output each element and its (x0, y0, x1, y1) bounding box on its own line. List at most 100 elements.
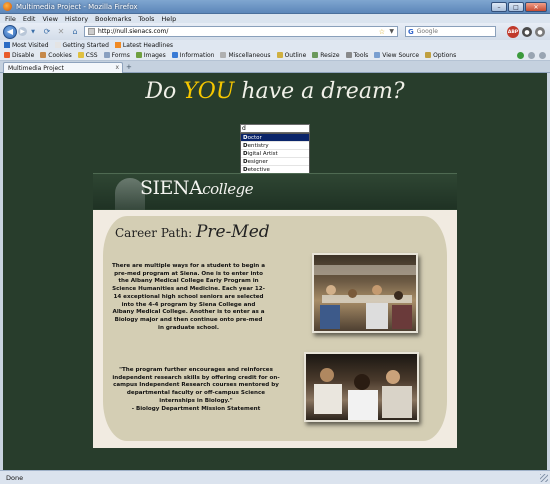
menu-history[interactable]: History (65, 15, 88, 23)
suggestion-rest: octor (247, 135, 262, 141)
bookmark-most-visited[interactable]: Most Visited (4, 42, 49, 49)
resize-grip-icon[interactable] (540, 474, 548, 482)
headline-post: have a dream? (241, 79, 405, 104)
photo-detail (386, 370, 400, 384)
autocomplete-list: Doctor Dentistry Digital Artist Designer… (240, 133, 310, 175)
bookmark-label: Latest Headlines (122, 41, 174, 49)
menu-bookmarks[interactable]: Bookmarks (95, 15, 131, 23)
tab-multimedia-project[interactable]: Multimedia Project x (3, 62, 123, 73)
menu-view[interactable]: View (42, 15, 57, 23)
headline-pre: Do (145, 79, 177, 104)
photo-detail (354, 374, 370, 390)
stop-icon[interactable]: ✕ (56, 27, 66, 37)
status-icon-grey-1[interactable] (528, 52, 535, 59)
maximize-button[interactable]: □ (508, 2, 524, 12)
dev-cookies-menu[interactable]: Cookies (40, 52, 72, 59)
suggestion-doctor[interactable]: Doctor (241, 134, 309, 142)
outline-icon (276, 52, 283, 58)
minimize-button[interactable]: – (491, 2, 507, 12)
close-tab-icon[interactable]: x (115, 64, 119, 71)
dev-label: Resize (320, 51, 340, 59)
photo-detail (326, 285, 336, 295)
url-input[interactable] (98, 28, 368, 35)
dev-options-menu[interactable]: Options (425, 52, 456, 59)
status-text: Done (6, 473, 24, 482)
bookmark-star-icon[interactable]: ☆ (379, 28, 385, 36)
options-icon (425, 52, 432, 58)
forward-button[interactable]: ▶ (18, 27, 27, 36)
siena-college-logo: SIENAcollege (140, 177, 254, 199)
reload-icon[interactable]: ⟳ (42, 27, 52, 37)
close-window-button[interactable]: ✕ (525, 2, 547, 12)
lab-photo (304, 352, 419, 422)
dev-forms-menu[interactable]: Forms (103, 52, 130, 59)
suggestion-dentistry[interactable]: Dentistry (241, 142, 309, 150)
suggestion-designer[interactable]: Designer (241, 158, 309, 166)
window-controls: – □ ✕ (491, 2, 547, 12)
dev-label: Miscellaneous (228, 51, 271, 59)
extension-icon-2[interactable]: ● (535, 27, 545, 37)
suggestion-digital-artist[interactable]: Digital Artist (241, 150, 309, 158)
photo-detail (366, 303, 388, 329)
status-icon-grey-2[interactable] (539, 52, 546, 59)
dev-resize-menu[interactable]: Resize (312, 51, 340, 59)
dev-images-menu[interactable]: Images (135, 52, 166, 59)
extension-icon-1[interactable]: ● (522, 27, 532, 37)
bookmark-latest-headlines[interactable]: Latest Headlines (114, 41, 174, 49)
forms-icon (103, 52, 110, 58)
photo-detail (320, 368, 334, 382)
suggestion-rest: entistry (247, 143, 269, 149)
career-label: Career Path: (115, 226, 193, 240)
dev-label: Disable (12, 51, 35, 59)
rss-feed-icon (114, 42, 121, 48)
dream-input[interactable] (240, 124, 310, 133)
firefox-icon (3, 2, 12, 11)
search-input[interactable] (416, 28, 487, 35)
menu-edit[interactable]: Edit (23, 15, 36, 23)
suggestion-rest: esigner (247, 159, 268, 165)
tab-bar: Multimedia Project x + (0, 61, 550, 73)
menu-file[interactable]: File (5, 15, 16, 23)
search-bar[interactable]: G (405, 26, 496, 37)
dev-css-menu[interactable]: CSS (77, 52, 98, 59)
dev-view-source-menu[interactable]: View Source (374, 52, 419, 59)
bookmarks-toolbar: Most Visited Getting Started Latest Head… (0, 40, 550, 50)
dev-outline-menu[interactable]: Outline (276, 52, 306, 59)
new-tab-button[interactable]: + (126, 63, 132, 71)
photo-detail (348, 289, 357, 298)
bookmark-folder-icon (4, 42, 10, 48)
dev-miscellaneous-menu[interactable]: Miscellaneous (220, 51, 271, 59)
css-icon (77, 52, 84, 58)
adblock-icon[interactable]: ABP (507, 26, 519, 38)
dev-label: Information (179, 51, 215, 59)
google-icon[interactable]: G (408, 28, 414, 36)
history-dropdown-icon[interactable]: ▼ (28, 27, 38, 37)
address-bar[interactable]: ☆ ▼ (84, 26, 398, 37)
dev-disable-menu[interactable]: Disable (4, 52, 34, 59)
dev-status-icons (517, 52, 546, 59)
classroom-photo (312, 253, 418, 333)
web-developer-toolbar: Disable Cookies CSS Forms Images Informa… (0, 50, 550, 61)
photo-detail (320, 305, 340, 329)
dev-information-menu[interactable]: Information (171, 51, 215, 59)
career-heading: Career Path: Pre-Med (115, 222, 270, 242)
quote-source: - Biology Department Mission Statement (131, 405, 261, 412)
home-icon[interactable]: ⌂ (70, 27, 80, 37)
misc-icon (220, 52, 227, 58)
back-button[interactable]: ◀ (3, 24, 17, 39)
dev-tools-menu[interactable]: Tools (345, 52, 368, 59)
photo-detail (372, 285, 382, 295)
url-dropdown-icon[interactable]: ▼ (389, 28, 394, 35)
menu-tools[interactable]: Tools (138, 15, 154, 23)
check-icon[interactable] (517, 52, 524, 59)
photo-detail (382, 386, 412, 418)
window-titlebar: Multimedia Project - Mozilla Firefox – □… (0, 0, 550, 14)
bookmark-getting-started[interactable]: Getting Started (54, 42, 109, 49)
forward-arrow-icon: ▶ (20, 28, 25, 35)
photo-detail (348, 390, 378, 420)
dev-label: Cookies (48, 51, 72, 59)
photo-detail (392, 305, 412, 329)
menu-help[interactable]: Help (161, 15, 176, 23)
status-bar: Done (0, 470, 550, 484)
career-name: Pre-Med (195, 222, 270, 242)
